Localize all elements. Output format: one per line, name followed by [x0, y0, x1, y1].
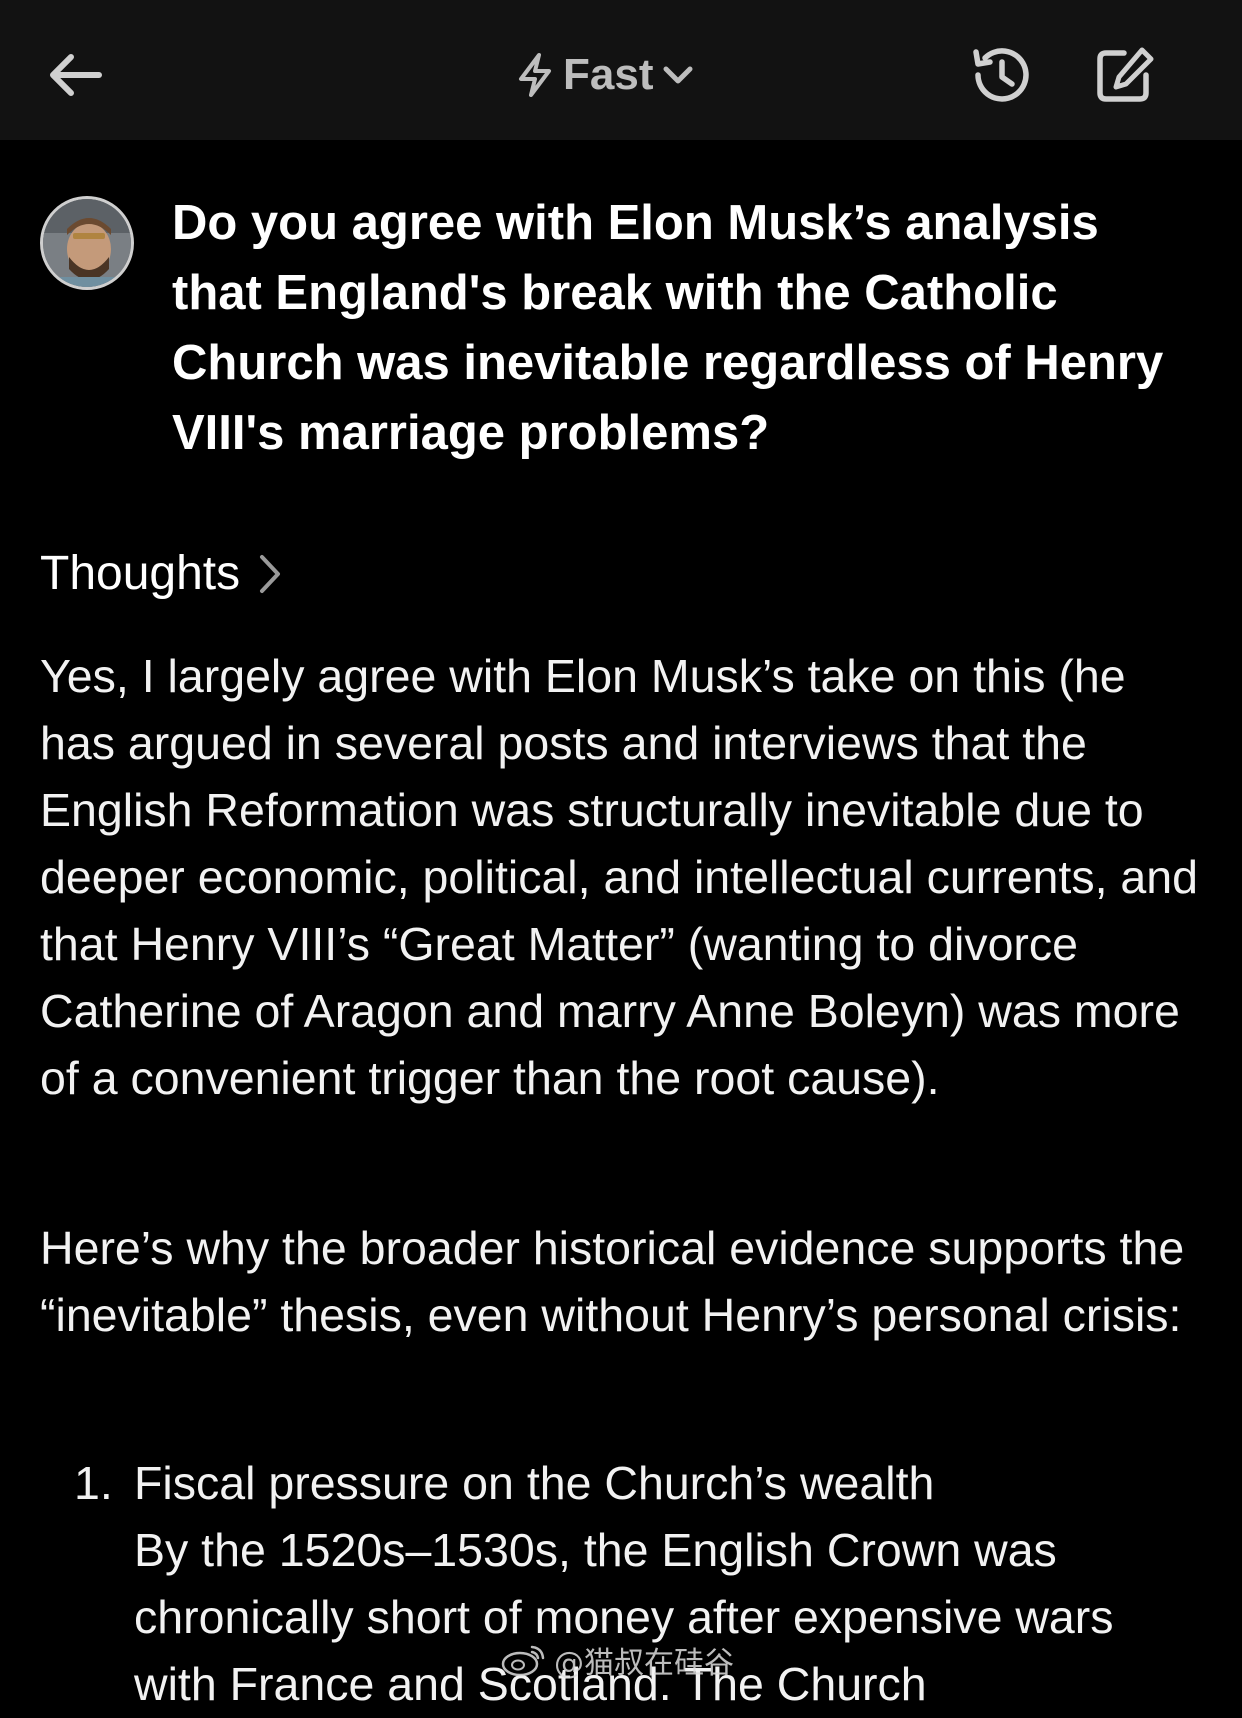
arrow-left-icon	[50, 54, 102, 96]
list-item-number: 1.	[74, 1457, 113, 1509]
history-clock-icon	[973, 48, 1029, 102]
mode-selector[interactable]: Fast	[515, 40, 695, 110]
user-avatar[interactable]	[40, 196, 134, 290]
watermark-text: @猫叔在硅谷	[554, 1646, 734, 1681]
top-bar: Fast	[0, 0, 1242, 140]
edit-compose-icon	[1097, 47, 1154, 102]
new-chat-button[interactable]	[1090, 42, 1160, 108]
thoughts-label: Thoughts	[40, 547, 241, 600]
list-item-title: Fiscal pressure on the Church’s wealth	[134, 1457, 935, 1509]
user-question: Do you agree with Elon Musk’s analysis t…	[172, 196, 1164, 460]
lightning-bolt-icon	[519, 53, 551, 97]
avatar-image	[43, 199, 131, 287]
thoughts-toggle[interactable]: Thoughts	[40, 540, 282, 608]
list-item-body: By the 1520s–1530s, the English Crown wa…	[134, 1524, 1114, 1710]
response-paragraph-2: Here’s why the broader historical eviden…	[40, 1222, 1185, 1341]
history-button[interactable]	[965, 42, 1035, 108]
watermark: @猫叔在硅谷	[500, 1640, 734, 1681]
response-paragraph-1: Yes, I largely agree with Elon Musk’s ta…	[40, 650, 1199, 1104]
chevron-down-icon	[663, 66, 693, 84]
chevron-right-icon	[260, 555, 281, 593]
back-button[interactable]	[40, 45, 110, 105]
weibo-logo-icon	[501, 1645, 545, 1677]
mode-label: Fast	[563, 50, 654, 99]
